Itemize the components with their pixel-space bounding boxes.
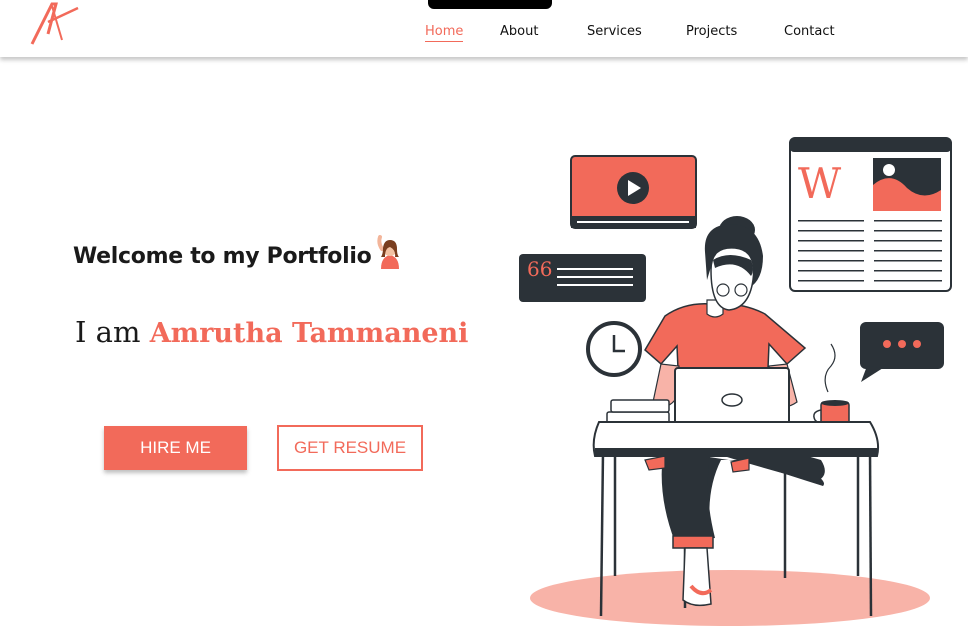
svg-text:66: 66: [527, 257, 552, 281]
video-player-icon: [570, 155, 697, 229]
get-resume-button[interactable]: GET RESUME: [277, 425, 423, 471]
quote-card-icon: 66: [519, 254, 646, 302]
camera-notch: [428, 0, 552, 9]
nav-contact-link[interactable]: Contact: [784, 24, 835, 39]
workspace-illustration: 66 W: [519, 137, 952, 626]
wiki-letter: W: [798, 159, 842, 208]
nav-projects-link[interactable]: Projects: [686, 24, 737, 39]
hire-me-button[interactable]: HIRE ME: [104, 426, 247, 470]
clock-icon: [586, 321, 642, 377]
nav-about-link[interactable]: About: [500, 24, 538, 39]
owner-name: Amrutha Tammaneni: [149, 318, 469, 349]
intro-line: I am Amrutha Tammaneni: [75, 315, 468, 349]
chat-bubble-icon: [860, 322, 944, 382]
intro-prefix: I am: [75, 315, 141, 349]
nav-services-link[interactable]: Services: [587, 24, 642, 39]
site-header: Home About Services Projects Contact: [0, 0, 968, 57]
welcome-heading: Welcome to my Portfolio: [73, 244, 372, 269]
article-card-icon: W: [789, 137, 952, 292]
waving-person-icon: [377, 235, 399, 269]
brand-logo[interactable]: [26, 0, 82, 48]
nav-home-link[interactable]: Home: [425, 24, 464, 42]
